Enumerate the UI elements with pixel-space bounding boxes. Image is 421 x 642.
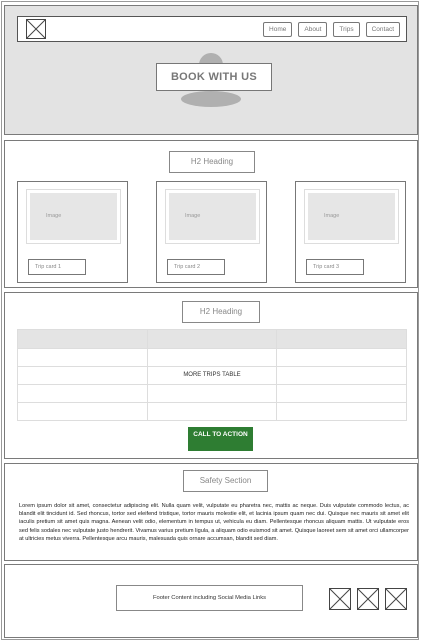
nav-links: Home About Trips Contact (263, 22, 400, 37)
trip-card-1[interactable]: Image Trip card 1 (17, 181, 128, 283)
trip-card-label: Trip card 3 (306, 259, 364, 275)
nav-link-trips[interactable]: Trips (333, 22, 360, 37)
nav-link-contact[interactable]: Contact (365, 22, 400, 37)
book-with-us-button[interactable]: BOOK WITH US (156, 63, 272, 91)
social-placeholder-icon[interactable] (357, 588, 379, 610)
nav-link-home[interactable]: Home (263, 22, 293, 37)
safety-heading: Safety Section (183, 470, 268, 492)
table-row (18, 349, 406, 367)
social-placeholder-icon[interactable] (329, 588, 351, 610)
trip-card-image: Image (304, 189, 399, 244)
trips-section: H2 Heading Image Trip card 1 Image Trip … (4, 140, 418, 288)
table-label: MORE TRIPS TABLE (183, 372, 241, 378)
trip-card-image: Image (26, 189, 121, 244)
navbar: Home About Trips Contact (17, 16, 407, 42)
trip-card-2[interactable]: Image Trip card 2 (156, 181, 267, 283)
trips-heading: H2 Heading (169, 151, 255, 173)
image-placeholder: Image (30, 193, 117, 240)
logo-placeholder-icon[interactable] (26, 19, 46, 39)
footer-content: Footer Content including Social Media Li… (116, 585, 303, 611)
more-trips-table: MORE TRIPS TABLE (17, 329, 407, 421)
trip-card-3[interactable]: Image Trip card 3 (295, 181, 406, 283)
call-to-action-button[interactable]: CALL TO ACTION (188, 427, 253, 451)
page-frame: Home About Trips Contact BOOK WITH US H2… (1, 1, 419, 640)
safety-body-text: Lorem ipsum dolor sit amet, consectetur … (19, 503, 409, 542)
social-placeholder-icon[interactable] (385, 588, 407, 610)
trip-card-label: Trip card 1 (28, 259, 86, 275)
more-trips-section: H2 Heading MORE TRIPS TABLE CALL TO ACTI… (4, 292, 418, 459)
footer-section: Footer Content including Social Media Li… (4, 564, 418, 638)
trip-card-label: Trip card 2 (167, 259, 225, 275)
more-trips-heading: H2 Heading (182, 301, 260, 323)
safety-section: Safety Section Lorem ipsum dolor sit ame… (4, 463, 418, 561)
table-row (18, 403, 406, 420)
table-header-row (18, 330, 406, 349)
trip-card-image: Image (165, 189, 260, 244)
image-placeholder: Image (169, 193, 256, 240)
nav-link-about[interactable]: About (298, 22, 328, 37)
image-placeholder: Image (308, 193, 395, 240)
hero-section: Home About Trips Contact BOOK WITH US (4, 5, 418, 135)
table-row (18, 385, 406, 403)
